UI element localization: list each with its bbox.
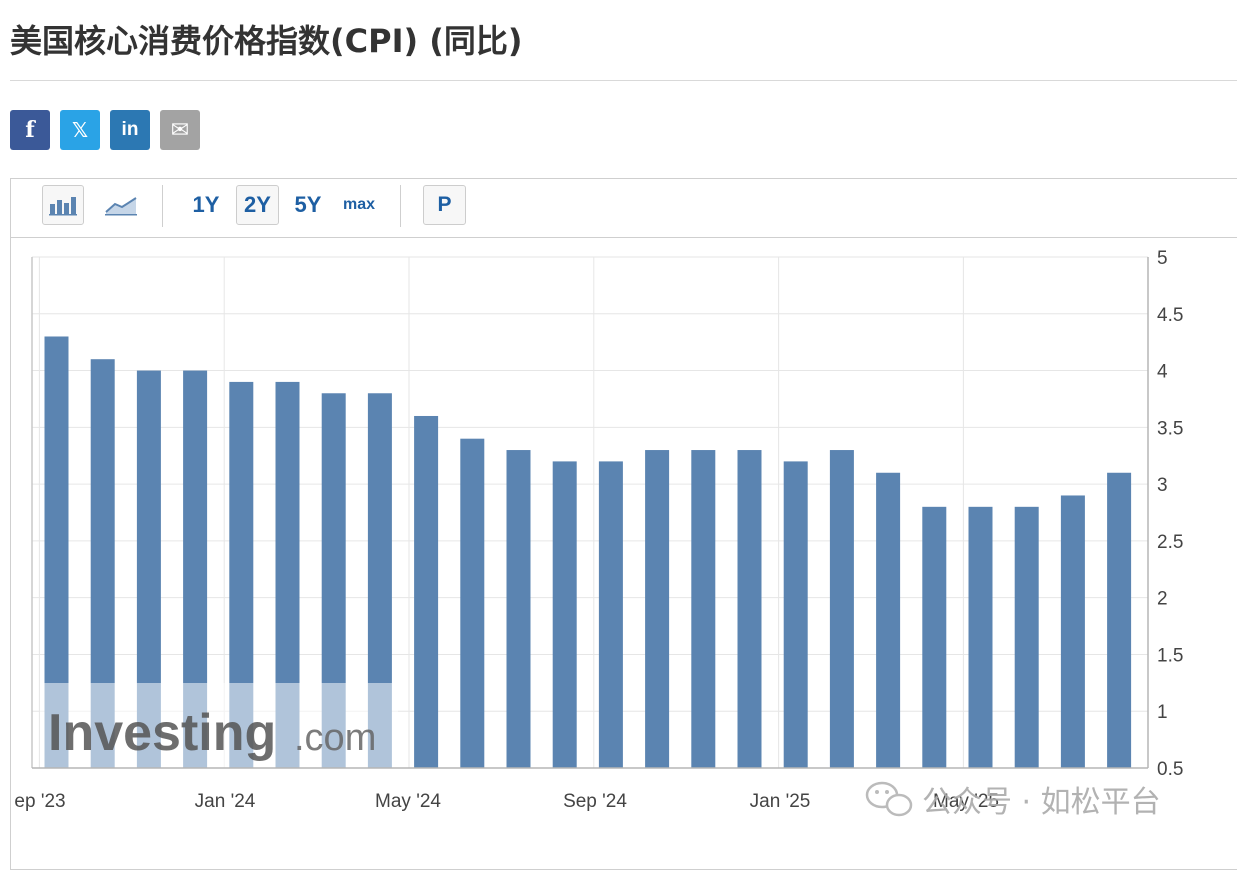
watermark-brand: Investing	[48, 704, 276, 762]
x-tick-label: Jan '25	[750, 791, 811, 812]
x-tick-label: Jan '24	[195, 791, 256, 812]
investing-watermark: Investing .com	[40, 683, 398, 768]
y-tick-label: 2.5	[1157, 532, 1183, 553]
bar	[1060, 495, 1085, 768]
x-tick-label: May '24	[375, 791, 441, 812]
bar	[968, 506, 993, 768]
bar	[460, 438, 485, 768]
bar-chart: 0.5 1 1.5 2 2.5 3 3.5 4 4.5 5 Investing .com ep '23 J…	[14, 248, 1183, 820]
overlay-text: 公众号 · 如松平台	[922, 785, 1161, 820]
y-tick-label: 1	[1157, 702, 1168, 723]
wechat-overlay: 公众号 · 如松平台	[865, 781, 1161, 820]
wechat-bubble	[885, 793, 913, 817]
y-tick-label: 1.5	[1157, 645, 1183, 666]
y-tick-label: 2	[1157, 589, 1168, 610]
wechat-eye	[875, 790, 879, 794]
bar	[829, 450, 854, 768]
wechat-icon	[865, 781, 913, 817]
bar	[783, 461, 808, 768]
watermark-suffix: .com	[294, 717, 376, 759]
wechat-eye	[885, 790, 889, 794]
y-tick-label: 4	[1157, 362, 1168, 383]
bar	[876, 472, 901, 768]
bar	[922, 506, 947, 768]
y-tick-label: 3	[1157, 475, 1168, 496]
bar	[645, 450, 670, 768]
x-tick-label: ep '23	[14, 791, 65, 812]
bar	[1014, 506, 1039, 768]
bar	[1107, 472, 1132, 768]
bar	[506, 450, 531, 768]
bar	[691, 450, 716, 768]
y-tick-label: 0.5	[1157, 759, 1183, 780]
y-tick-label: 5	[1157, 248, 1168, 269]
bar	[737, 450, 762, 768]
bar	[414, 415, 439, 768]
bar	[552, 461, 577, 768]
x-tick-label: Sep '24	[563, 791, 627, 812]
y-tick-label: 4.5	[1157, 305, 1183, 326]
y-tick-label: 3.5	[1157, 418, 1183, 439]
bar	[598, 461, 623, 768]
